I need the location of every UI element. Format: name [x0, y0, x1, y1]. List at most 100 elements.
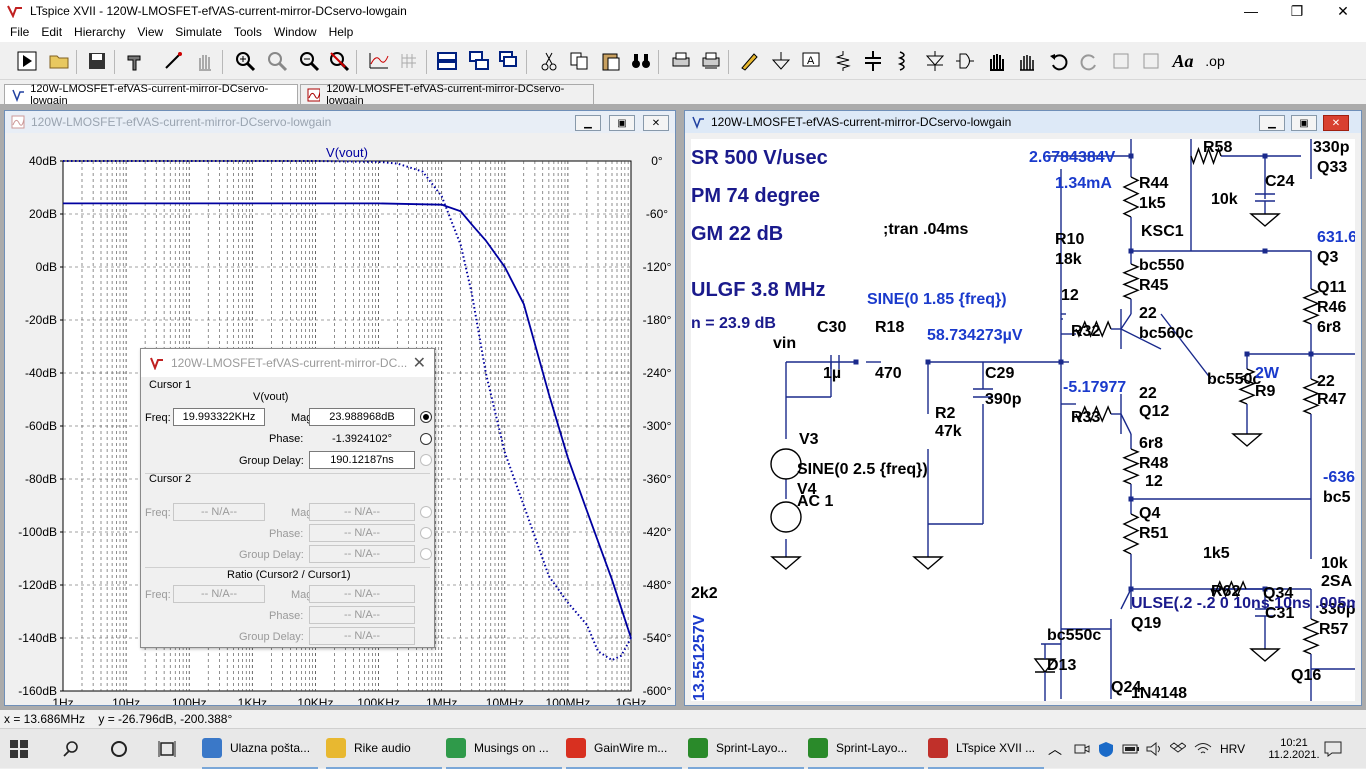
schematic-minimize-button[interactable]: ▁: [1259, 115, 1285, 131]
inductor-button[interactable]: [890, 48, 916, 74]
cursor1-groupdelay-radio[interactable]: [420, 454, 432, 466]
zoom-area-button[interactable]: [264, 48, 290, 74]
menu-simulate[interactable]: Simulate: [169, 25, 228, 39]
run-button[interactable]: [14, 48, 40, 74]
hand-drag-icon: [1016, 50, 1038, 72]
close-button[interactable]: ✕: [1320, 0, 1366, 22]
schematic-close-button[interactable]: ✕: [1323, 115, 1349, 131]
taskbar-app[interactable]: Sprint-Layo...: [688, 729, 804, 769]
tile-vertical-button[interactable]: [496, 48, 522, 74]
autorange-button[interactable]: [366, 48, 392, 74]
menu-file[interactable]: File: [4, 25, 35, 39]
grid-button[interactable]: [396, 48, 422, 74]
tab-waveform[interactable]: 120W-LMOSFET-efVAS-current-mirror-DCserv…: [300, 84, 594, 104]
text-button[interactable]: Aa: [1170, 48, 1196, 74]
tray-meet-button[interactable]: [1074, 729, 1092, 769]
cursor1-freq-field[interactable]: 19.993322KHz: [173, 408, 265, 426]
cursor1-phase-radio[interactable]: [420, 433, 432, 445]
schematic-maximize-button[interactable]: ▣: [1291, 115, 1317, 131]
waveform-minimize-button[interactable]: ▁: [575, 115, 601, 131]
schematic-label: 2k2: [691, 585, 718, 603]
schematic-label: 1.34mA: [1055, 175, 1112, 193]
tray-battery-button[interactable]: [1122, 729, 1140, 769]
taskbar-app[interactable]: Musings on ...: [446, 729, 562, 769]
capacitor-button[interactable]: [860, 48, 886, 74]
taskbar-app[interactable]: GainWire m...: [566, 729, 682, 769]
drag-button[interactable]: [1014, 48, 1040, 74]
minimize-button[interactable]: —: [1228, 0, 1274, 22]
cursor2-mag-radio[interactable]: [420, 506, 432, 518]
zoom-out-button[interactable]: [296, 48, 322, 74]
waveform-maximize-button[interactable]: ▣: [609, 115, 635, 131]
taskbar-app[interactable]: Sprint-Layo...: [808, 729, 924, 769]
open-button[interactable]: [46, 48, 72, 74]
zoom-in-button[interactable]: [232, 48, 258, 74]
tray-wifi-button[interactable]: [1194, 729, 1212, 769]
paste-button[interactable]: [598, 48, 624, 74]
save-button[interactable]: [84, 48, 110, 74]
tray-expand-button[interactable]: ︿: [1048, 729, 1064, 769]
y2-tick-label: 0°: [651, 154, 663, 168]
hammer-icon: [124, 50, 146, 72]
search-button[interactable]: [62, 729, 86, 769]
menu-hierarchy[interactable]: Hierarchy: [68, 25, 131, 39]
menu-view[interactable]: View: [131, 25, 169, 39]
tray-volume-button[interactable]: [1146, 729, 1164, 769]
component-button[interactable]: [952, 48, 978, 74]
cursor2-freq-field[interactable]: -- N/A--: [173, 503, 265, 521]
control-panel-button[interactable]: [122, 48, 148, 74]
grid-icon: [398, 50, 420, 72]
resistor-button[interactable]: [830, 48, 856, 74]
taskbar-app[interactable]: Rike audio: [326, 729, 442, 769]
tile-horizontal-button[interactable]: [434, 48, 460, 74]
print-button[interactable]: [668, 48, 694, 74]
mirror-button[interactable]: [1138, 48, 1164, 74]
cascade-button[interactable]: [466, 48, 492, 74]
menu-window[interactable]: Window: [268, 25, 323, 39]
taskbar-app[interactable]: LTspice XVII ...: [928, 729, 1044, 769]
draw-wire-button[interactable]: [736, 48, 762, 74]
diode-button[interactable]: [922, 48, 948, 74]
tray-dropbox-button[interactable]: [1170, 729, 1188, 769]
trace-label: V(vout): [326, 145, 368, 160]
rotate-button[interactable]: [1108, 48, 1134, 74]
cortana-button[interactable]: [110, 729, 134, 769]
spice-directive-button[interactable]: .op: [1202, 48, 1228, 74]
menu-tools[interactable]: Tools: [228, 25, 268, 39]
pan-button[interactable]: [192, 48, 218, 74]
ground-button[interactable]: [768, 48, 794, 74]
schematic-label: R10: [1055, 231, 1084, 249]
cursor-dialog-close-button[interactable]: ✕: [413, 353, 426, 373]
waveform-close-button[interactable]: ✕: [643, 115, 669, 131]
zoom-fit-button[interactable]: [326, 48, 352, 74]
cursor1-mag-radio[interactable]: [420, 411, 432, 423]
copy-button[interactable]: [566, 48, 592, 74]
move-button[interactable]: [984, 48, 1010, 74]
redo-button[interactable]: [1076, 48, 1102, 74]
folder-icon: [48, 50, 70, 72]
undo-button[interactable]: [1046, 48, 1072, 74]
schematic-canvas[interactable]: SR 500 V/usecPM 74 degreeGM 22 dB;tran .…: [691, 139, 1355, 701]
tray-language[interactable]: HRV: [1220, 729, 1245, 769]
find-button[interactable]: [628, 48, 654, 74]
menu-edit[interactable]: Edit: [35, 25, 68, 39]
maximize-button[interactable]: ❐: [1274, 0, 1320, 22]
schematic-label: SINE(0 2.5 {freq}): [797, 461, 928, 479]
print-setup-button[interactable]: [698, 48, 724, 74]
taskbar-app[interactable]: Ulazna pošta...: [202, 729, 318, 769]
pencil-icon: [738, 50, 760, 72]
cursor2-phase-radio[interactable]: [420, 527, 432, 539]
cut-button[interactable]: [536, 48, 562, 74]
probe-button[interactable]: [160, 48, 186, 74]
label-net-button[interactable]: A: [798, 48, 824, 74]
notification-button[interactable]: [1324, 729, 1342, 769]
cursor2-groupdelay-radio[interactable]: [420, 548, 432, 560]
y-tick-label: 0dB: [36, 260, 57, 274]
tray-security-button[interactable]: [1098, 729, 1116, 769]
task-view-button[interactable]: [158, 729, 182, 769]
menu-help[interactable]: Help: [323, 25, 360, 39]
start-button[interactable]: [10, 729, 40, 769]
shield-icon: [1098, 741, 1114, 757]
tab-schematic[interactable]: 120W-LMOSFET-efVAS-current-mirror-DCserv…: [4, 84, 298, 104]
tray-clock[interactable]: 10:21 11.2.2021.: [1258, 729, 1330, 769]
